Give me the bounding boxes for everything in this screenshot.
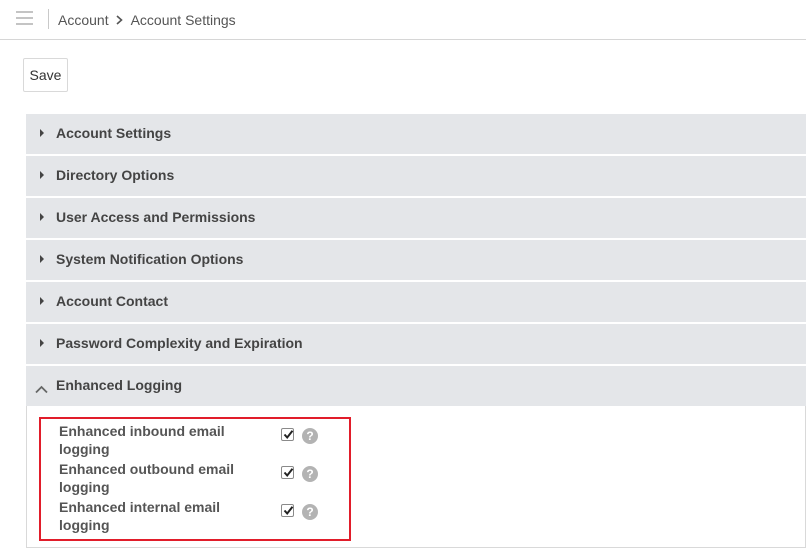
section-user-access-and-permissions[interactable]: User Access and Permissions: [26, 198, 806, 238]
chevron-right-icon: [116, 15, 123, 25]
hamburger-icon[interactable]: [16, 11, 33, 25]
enhanced-outbound-logging-checkbox[interactable]: [281, 466, 294, 479]
help-icon[interactable]: ?: [302, 466, 318, 482]
caret-right-icon: [40, 213, 44, 221]
option-enhanced-internal-email-logging: Enhanced internal email logging ?: [47, 498, 347, 534]
section-label: Directory Options: [56, 167, 175, 183]
help-icon[interactable]: ?: [302, 428, 318, 444]
section-label: User Access and Permissions: [56, 209, 256, 225]
divider: [48, 9, 49, 29]
help-icon[interactable]: ?: [302, 504, 318, 520]
settings-accordion: Account Settings Directory Options User …: [26, 114, 806, 548]
enhanced-logging-panel: Enhanced inbound email logging ? Enhance…: [26, 406, 806, 548]
caret-right-icon: [40, 129, 44, 137]
breadcrumb-item-account[interactable]: Account: [58, 12, 109, 28]
option-label: Enhanced internal email logging: [59, 499, 221, 533]
section-label: Enhanced Logging: [56, 377, 182, 393]
option-enhanced-outbound-email-logging: Enhanced outbound email logging ?: [47, 460, 347, 496]
breadcrumb: Account Account Settings: [58, 10, 236, 30]
breadcrumb-item-account-settings: Account Settings: [130, 12, 236, 28]
caret-right-icon: [40, 339, 44, 347]
section-directory-options[interactable]: Directory Options: [26, 156, 806, 196]
caret-right-icon: [40, 171, 44, 179]
section-account-settings[interactable]: Account Settings: [26, 114, 806, 154]
checkmark-icon: [283, 468, 294, 478]
option-label: Enhanced outbound email logging: [59, 461, 235, 495]
checkmark-icon: [283, 506, 294, 516]
section-enhanced-logging[interactable]: Enhanced Logging: [26, 366, 806, 406]
top-bar: Account Account Settings: [0, 0, 806, 40]
checkmark-icon: [283, 430, 294, 440]
option-label: Enhanced inbound email logging: [59, 423, 225, 457]
caret-right-icon: [40, 297, 44, 305]
section-label: Password Complexity and Expiration: [56, 335, 303, 351]
chevron-up-icon: [35, 381, 48, 394]
section-label: Account Contact: [56, 293, 168, 309]
section-account-contact[interactable]: Account Contact: [26, 282, 806, 322]
section-label: Account Settings: [56, 125, 172, 141]
section-password-complexity-and-expiration[interactable]: Password Complexity and Expiration: [26, 324, 806, 364]
caret-right-icon: [40, 255, 44, 263]
enhanced-internal-logging-checkbox[interactable]: [281, 504, 294, 517]
enhanced-inbound-logging-checkbox[interactable]: [281, 428, 294, 441]
option-enhanced-inbound-email-logging: Enhanced inbound email logging ?: [47, 422, 347, 458]
section-system-notification-options[interactable]: System Notification Options: [26, 240, 806, 280]
save-button[interactable]: Save: [23, 58, 68, 92]
section-label: System Notification Options: [56, 251, 244, 267]
